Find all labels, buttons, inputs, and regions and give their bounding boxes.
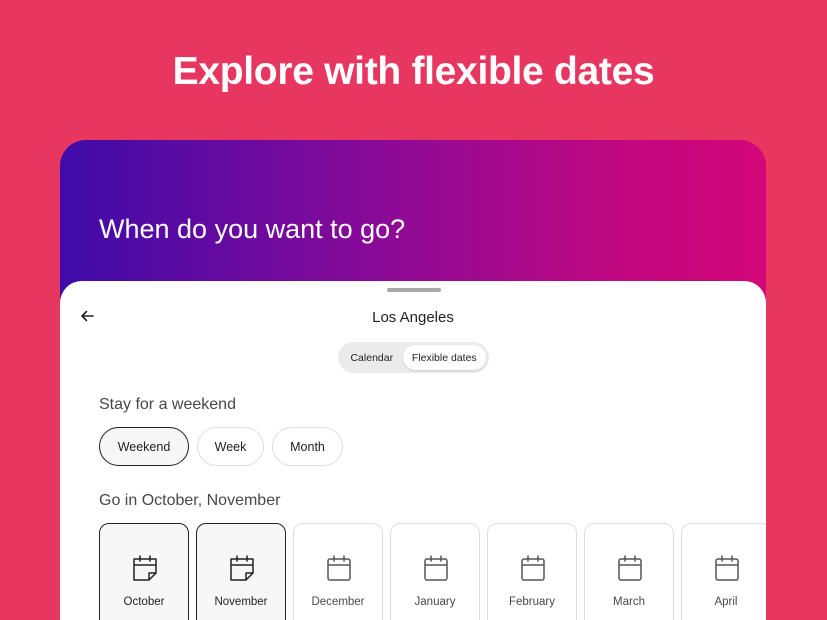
sheet-drag-handle[interactable]	[387, 288, 441, 292]
stay-option-week[interactable]: Week	[197, 427, 264, 466]
month-selector: October November December January Februa…	[99, 523, 766, 620]
month-card-february[interactable]: February	[487, 523, 577, 620]
hero-title: When do you want to go?	[99, 214, 406, 244]
calendar-icon	[715, 555, 739, 581]
device-frame: When do you want to go? Los Angeles Cale…	[60, 140, 766, 620]
stay-option-weekend[interactable]: Weekend	[99, 427, 189, 466]
calendar-icon	[327, 555, 351, 581]
stay-option-month[interactable]: Month	[272, 427, 343, 466]
calendar-icon	[618, 555, 642, 581]
date-mode-toggle: Calendar Flexible dates	[338, 342, 489, 373]
calendar-icon	[424, 555, 448, 581]
month-label: March	[613, 596, 645, 608]
calendar-icon	[230, 555, 254, 581]
month-label: December	[311, 596, 365, 608]
destination-title: Los Angeles	[372, 309, 454, 326]
month-label: April	[714, 596, 738, 608]
month-card-december[interactable]: December	[293, 523, 383, 620]
month-card-october[interactable]: October	[99, 523, 189, 620]
tab-flexible-dates[interactable]: Flexible dates	[402, 345, 486, 370]
month-card-november[interactable]: November	[196, 523, 286, 620]
month-card-march[interactable]: March	[584, 523, 674, 620]
month-label: November	[214, 596, 268, 608]
month-label: February	[508, 596, 556, 608]
calendar-icon	[133, 555, 157, 581]
month-label: January	[414, 596, 456, 608]
travel-months-label: Go in October, November	[99, 492, 281, 509]
headline: Explore with flexible dates	[172, 50, 655, 93]
tab-calendar[interactable]: Calendar	[341, 345, 403, 370]
month-card-january[interactable]: January	[390, 523, 480, 620]
month-label: October	[123, 596, 165, 608]
calendar-icon	[521, 555, 545, 581]
month-card-april[interactable]: April	[681, 523, 766, 620]
stay-duration-label: Stay for a weekend	[99, 396, 236, 413]
date-picker-sheet: Los Angeles Calendar Flexible dates Stay…	[60, 281, 766, 620]
